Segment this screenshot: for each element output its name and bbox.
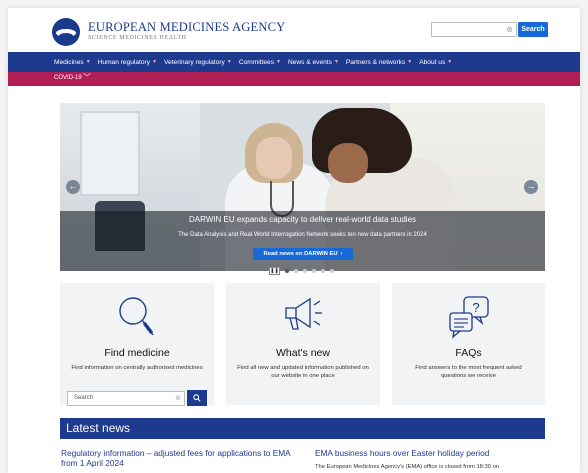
caret-down-icon: ▼ [333,59,339,65]
covid-bar[interactable]: COVID-19 ﹀ [8,72,580,86]
clear-icon[interactable]: ⊗ [175,392,181,405]
card-description: Find information on centrally authorised… [71,365,203,371]
megaphone-icon [285,297,322,330]
caret-down-icon: ▼ [276,59,281,65]
news-item-link[interactable]: Regulatory information – adjusted fees f… [61,448,306,468]
carousel-dot[interactable] [312,269,316,273]
clear-icon[interactable]: ⊗ [506,25,513,34]
site-header: EUROPEAN MEDICINES AGENCY SCIENCE MEDICI… [8,8,580,52]
carousel-dot[interactable] [303,269,307,273]
latest-news-title: Latest news [66,421,131,435]
caret-down-icon: ▼ [447,59,453,65]
find-medicine-search-button[interactable] [187,390,207,406]
card-description: Find answers to the most frequent asked … [415,365,522,379]
nav-item-news-events[interactable]: News & events ▼ [288,59,339,66]
arrow-right-icon: → [526,181,536,191]
carousel-dot[interactable] [285,269,289,273]
card-title[interactable]: Find medicine [60,347,214,359]
card-title[interactable]: FAQs [392,347,545,359]
whats-new-card: What's new Find all new and updated info… [226,283,380,405]
nav-item-about-us[interactable]: About us ▼ [419,59,452,66]
carousel-dot[interactable] [321,269,325,273]
chevron-down-icon: ﹀ [83,73,91,82]
magnifier-icon [119,297,154,336]
header-search-input[interactable]: ⊗ [431,22,517,37]
caret-down-icon: ▼ [226,59,232,65]
nav-item-partners-networks[interactable]: Partners & networks ▼ [346,59,412,66]
faq-bubbles-icon: ? [448,296,489,339]
hero-subtitle: The Data Analysis and Real World Interro… [178,232,427,238]
news-item-summary: The European Medicines Agency's (EMA) of… [315,464,500,470]
hero-title: DARWIN EU expands capacity to deliver re… [188,215,417,224]
header-search-button[interactable]: Search [518,22,548,37]
carousel-dot[interactable] [330,269,334,273]
page: EUROPEAN MEDICINES AGENCY SCIENCE MEDICI… [8,8,580,473]
card-description: Find all new and updated information pub… [237,365,369,379]
nav-item-committees[interactable]: Committees ▼ [239,59,281,66]
logo-subtitle: SCIENCE MEDICINES HEALTH [88,35,187,41]
svg-text:?: ? [472,300,479,315]
ema-logo-icon[interactable] [52,18,80,46]
nav-item-veterinary-regulatory[interactable]: Veterinary regulatory ▼ [164,59,232,66]
caret-down-icon: ▼ [407,59,413,65]
hero-carousel: DARWIN EU expands capacity to deliver re… [60,103,545,271]
pause-icon[interactable]: ❚❚ [269,267,280,275]
covid-label: COVID-19 [54,75,82,81]
news-item-link[interactable]: EMA business hours over Easter holiday p… [315,448,555,458]
logo-title[interactable]: EUROPEAN MEDICINES AGENCY [88,20,285,35]
carousel-dot[interactable] [294,269,298,273]
latest-news-header: Latest news [60,418,545,439]
chevron-right-icon: › [340,251,343,257]
carousel-next-button[interactable]: → [524,180,538,194]
caret-down-icon: ▼ [85,59,91,65]
find-medicine-search-input[interactable]: Search ⊗ [67,391,185,406]
main-nav: Medicines ▼ Human regulatory ▼ Veterinary … [8,52,580,72]
find-medicine-card: Find medicine Find information on centra… [60,283,214,406]
carousel-prev-button[interactable]: ← [66,180,80,194]
hero-read-news-button[interactable]: Read news on DARWIN EU › [253,248,353,260]
carousel-indicators: ❚❚ [269,267,334,275]
search-icon [193,394,201,402]
faqs-card: ? FAQs Find answers to the most frequent… [392,283,545,405]
arrow-left-icon: ← [68,181,78,191]
nav-item-medicines[interactable]: Medicines ▼ [54,59,91,66]
caret-down-icon: ▼ [152,59,158,65]
card-title[interactable]: What's new [226,347,380,359]
nav-item-human-regulatory[interactable]: Human regulatory ▼ [98,59,157,66]
